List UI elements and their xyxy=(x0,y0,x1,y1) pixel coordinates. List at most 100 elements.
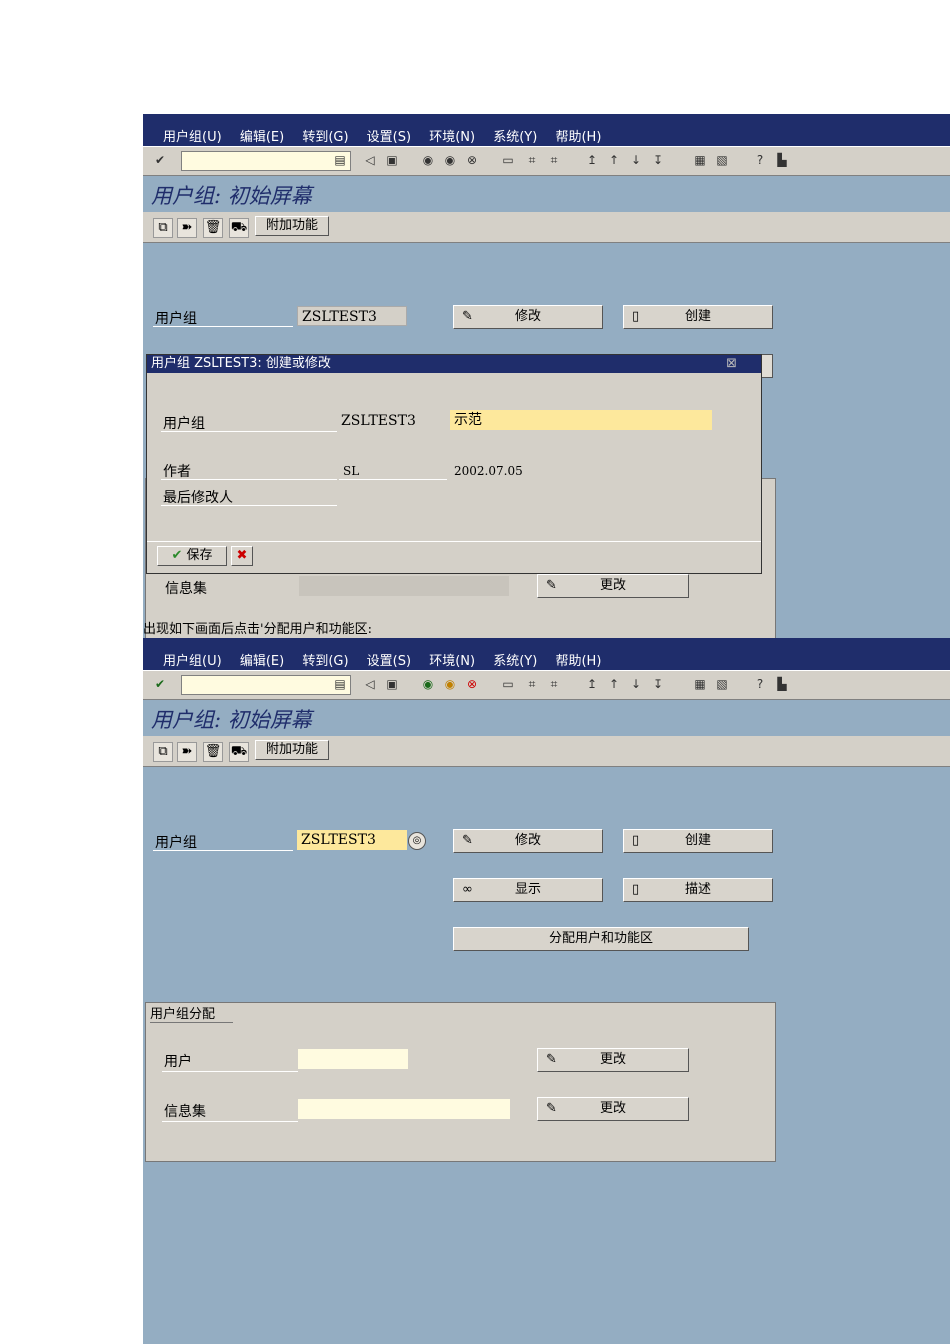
menu-item-goto[interactable]: 转到(G) xyxy=(302,130,348,145)
transport-icon[interactable]: ⛟ xyxy=(229,742,249,762)
new-document-icon: ▯ xyxy=(632,833,640,848)
back-icon[interactable]: ◉ xyxy=(421,152,435,168)
menu-item-help[interactable]: 帮助(H) xyxy=(555,654,601,669)
dialog-title-bar: 用户组 ZSLTEST3: 创建或修改 ⊠ xyxy=(147,355,761,373)
save-icon[interactable]: ▣ xyxy=(385,152,399,168)
new-session-icon[interactable]: ▦ xyxy=(693,152,707,168)
usergroup-input[interactable]: ZSLTEST3 xyxy=(297,306,407,326)
last-page-icon[interactable]: ↧ xyxy=(651,152,665,168)
first-page-icon[interactable]: ↥ xyxy=(585,676,599,692)
save-button[interactable]: ✔ 保存 xyxy=(157,546,227,566)
display-button[interactable]: ∞ 显示 xyxy=(453,878,603,902)
find-next-icon[interactable]: ⌗ xyxy=(547,676,561,692)
prev-page-icon[interactable]: ↑ xyxy=(607,676,621,692)
cancel-icon[interactable]: ⊗ xyxy=(465,676,479,692)
exit-icon[interactable]: ◉ xyxy=(443,676,457,692)
prev-page-icon[interactable]: ↑ xyxy=(607,152,621,168)
dialog-close-icon[interactable]: ⊠ xyxy=(726,355,737,373)
print-icon[interactable]: ▭ xyxy=(501,152,515,168)
infoset-underline xyxy=(162,1121,298,1122)
menu-item-edit[interactable]: 编辑(E) xyxy=(240,654,284,669)
delete-icon[interactable]: 🗑 xyxy=(203,218,223,238)
standard-toolbar: ✔ ▤ ◁ ▣ ◉ ◉ ⊗ ▭ ⌗ ⌗ ↥ ↑ ↓ ↧ ▦ ▧ ? ▙ xyxy=(143,146,950,176)
pencil-icon: ✎ xyxy=(546,1052,557,1067)
back-icon[interactable]: ◉ xyxy=(421,676,435,692)
menu-item-settings[interactable]: 设置(S) xyxy=(367,654,411,669)
help-icon[interactable]: ? xyxy=(753,152,767,168)
command-field[interactable] xyxy=(181,151,351,171)
menu-item-goto[interactable]: 转到(G) xyxy=(302,654,348,669)
author-value: SL xyxy=(343,464,360,478)
rename-icon[interactable]: ➽ xyxy=(177,218,197,238)
cancel-icon[interactable]: ⊗ xyxy=(465,152,479,168)
infoset-change-button[interactable]: ✎ 更改 xyxy=(537,1097,689,1121)
cancel-button[interactable]: ✖ xyxy=(231,546,253,566)
menu-item-usergroup[interactable]: 用户组(U) xyxy=(163,654,222,669)
shortcut-icon[interactable]: ▧ xyxy=(715,676,729,692)
new-document-icon: ▯ xyxy=(632,309,640,324)
change-button[interactable]: ✎ 修改 xyxy=(453,829,603,853)
dialog-usergroup-label: 用户组 xyxy=(163,416,205,432)
menu-item-environment[interactable]: 环境(N) xyxy=(429,654,475,669)
infoset-change-button[interactable]: ✎ 更改 xyxy=(537,574,689,598)
copy-icon[interactable]: ⧉ xyxy=(153,218,173,238)
first-page-icon[interactable]: ↥ xyxy=(585,152,599,168)
create-button[interactable]: ▯ 创建 xyxy=(623,829,773,853)
sap-screen-1: 用户组(U) 编辑(E) 转到(G) 设置(S) 环境(N) 系统(Y) 帮助(… xyxy=(143,114,950,640)
menu-item-usergroup[interactable]: 用户组(U) xyxy=(163,130,222,145)
dialog-usergroup-value: ZSLTEST3 xyxy=(341,413,416,429)
save-icon[interactable]: ▣ xyxy=(385,676,399,692)
usergroup-input[interactable]: ZSLTEST3 xyxy=(297,830,407,850)
rename-icon[interactable]: ➽ xyxy=(177,742,197,762)
screen-title: 用户组: 初始屏幕 xyxy=(151,184,312,208)
description-input[interactable]: 示范 xyxy=(450,410,712,430)
menu-item-settings[interactable]: 设置(S) xyxy=(367,130,411,145)
back-arrow-icon[interactable]: ◁ xyxy=(363,676,377,692)
extras-button[interactable]: 附加功能 xyxy=(255,740,329,760)
layout-icon[interactable]: ▙ xyxy=(775,676,789,692)
find-icon[interactable]: ⌗ xyxy=(525,152,539,168)
dropdown-icon[interactable]: ▤ xyxy=(333,152,347,168)
extras-button[interactable]: 附加功能 xyxy=(255,216,329,236)
menu-item-help[interactable]: 帮助(H) xyxy=(555,130,601,145)
search-help-icon[interactable]: ◎ xyxy=(408,832,426,850)
last-page-icon[interactable]: ↧ xyxy=(651,676,665,692)
usergroup-assignment-groupbox: 用户组分配 用户 ✎ 更改 信息集 ✎ 更改 xyxy=(145,1002,776,1162)
next-page-icon[interactable]: ↓ xyxy=(629,676,643,692)
assign-users-button[interactable]: 分配用户和功能区 xyxy=(453,927,749,951)
transport-icon[interactable]: ⛟ xyxy=(229,218,249,238)
find-next-icon[interactable]: ⌗ xyxy=(547,152,561,168)
user-label: 用户 xyxy=(164,1054,192,1070)
infoset-input[interactable] xyxy=(299,576,509,596)
application-toolbar: ⧉ ➽ 🗑 ⛟ 附加功能 xyxy=(143,212,950,243)
delete-icon[interactable]: 🗑 xyxy=(203,742,223,762)
find-icon[interactable]: ⌗ xyxy=(525,676,539,692)
enter-icon[interactable]: ✔ xyxy=(153,676,167,692)
user-change-button[interactable]: ✎ 更改 xyxy=(537,1048,689,1072)
create-button[interactable]: ▯ 创建 xyxy=(623,305,773,329)
print-icon[interactable]: ▭ xyxy=(501,676,515,692)
change-button[interactable]: ✎ 修改 xyxy=(453,305,603,329)
next-page-icon[interactable]: ↓ xyxy=(629,152,643,168)
menu-item-system[interactable]: 系统(Y) xyxy=(493,654,537,669)
caption-text: 出现如下画面后点击'分配用户和功能区: xyxy=(143,622,372,637)
describe-button[interactable]: ▯ 描述 xyxy=(623,878,773,902)
dropdown-icon[interactable]: ▤ xyxy=(333,676,347,692)
back-arrow-icon[interactable]: ◁ xyxy=(363,152,377,168)
usergroup-label: 用户组 xyxy=(155,311,197,327)
menu-items-2: 用户组(U) 编辑(E) 转到(G) 设置(S) 环境(N) 系统(Y) 帮助(… xyxy=(163,650,615,669)
menu-item-environment[interactable]: 环境(N) xyxy=(429,130,475,145)
command-field[interactable] xyxy=(181,675,351,695)
author-value-underline xyxy=(339,479,447,480)
infoset-input[interactable] xyxy=(298,1099,510,1119)
enter-icon[interactable]: ✔ xyxy=(153,152,167,168)
copy-icon[interactable]: ⧉ xyxy=(153,742,173,762)
help-icon[interactable]: ? xyxy=(753,676,767,692)
exit-icon[interactable]: ◉ xyxy=(443,152,457,168)
layout-icon[interactable]: ▙ xyxy=(775,152,789,168)
user-input[interactable] xyxy=(298,1049,408,1069)
new-session-icon[interactable]: ▦ xyxy=(693,676,707,692)
shortcut-icon[interactable]: ▧ xyxy=(715,152,729,168)
menu-item-system[interactable]: 系统(Y) xyxy=(493,130,537,145)
menu-item-edit[interactable]: 编辑(E) xyxy=(240,130,284,145)
